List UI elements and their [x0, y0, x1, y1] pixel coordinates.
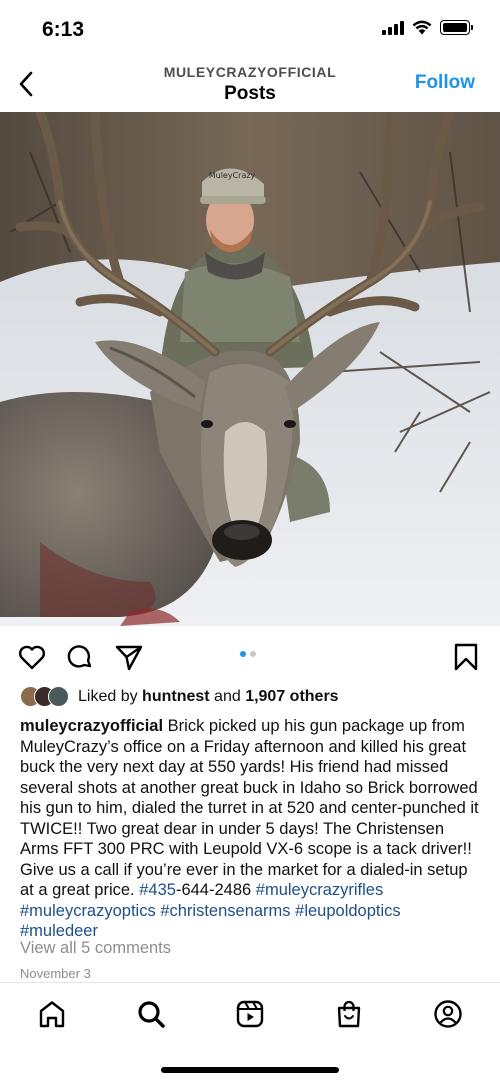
- profile-icon: [434, 1000, 462, 1028]
- caption-phone-rest: -644-2486: [175, 881, 252, 899]
- heart-icon[interactable]: [17, 642, 47, 672]
- hashtag[interactable]: #435: [139, 881, 176, 899]
- likes-row[interactable]: Liked by huntnest and 1,907 others: [20, 685, 339, 709]
- reels-icon: [236, 1000, 264, 1028]
- home-indicator: [161, 1067, 339, 1073]
- post-caption: muleycrazyofficial Brick picked up his g…: [20, 716, 484, 942]
- cellular-signal-icon: [382, 20, 404, 35]
- caption-username[interactable]: muleycrazyofficial: [20, 717, 163, 735]
- carousel-dot: [250, 651, 256, 657]
- nav-profile[interactable]: [431, 997, 465, 1031]
- likes-text: Liked by huntnest and 1,907 others: [78, 688, 339, 706]
- post-actions: [0, 634, 500, 678]
- cap-logo-text: MuleyCrazy: [209, 171, 256, 180]
- likes-prefix: Liked by: [78, 688, 143, 705]
- carousel-dot: [240, 651, 246, 657]
- hashtag[interactable]: #leupoldoptics: [295, 902, 401, 920]
- nav-reels[interactable]: [233, 997, 267, 1031]
- comment-icon[interactable]: [65, 642, 95, 672]
- post-date: November 3: [20, 966, 91, 981]
- carousel-indicator: [240, 651, 256, 657]
- hashtag[interactable]: #muleycrazyrifles: [256, 881, 383, 899]
- nav-home[interactable]: [35, 997, 69, 1031]
- send-icon[interactable]: [114, 642, 144, 672]
- likes-count[interactable]: 1,907 others: [245, 688, 338, 705]
- home-icon: [39, 1001, 65, 1028]
- follow-button[interactable]: Follow: [415, 72, 475, 94]
- caption-text: Brick picked up his gun package up from …: [20, 717, 479, 899]
- wifi-icon: [412, 20, 432, 35]
- status-bar: 6:13: [0, 0, 500, 56]
- shop-icon: [337, 1000, 361, 1028]
- bottom-nav: [0, 982, 500, 1083]
- likes-joiner: and: [209, 688, 246, 705]
- post-image: MuleyCrazy: [0, 112, 500, 626]
- hashtag[interactable]: #muledeer: [20, 922, 98, 940]
- search-icon: [138, 1001, 165, 1028]
- post-photo[interactable]: MuleyCrazy: [0, 112, 500, 626]
- hashtag[interactable]: #muleycrazyoptics: [20, 902, 156, 920]
- hashtag[interactable]: #christensenarms: [160, 902, 290, 920]
- liker-avatars: [20, 685, 76, 709]
- avatar: [48, 686, 69, 707]
- battery-icon: [440, 20, 473, 35]
- bookmark-icon[interactable]: [451, 642, 481, 672]
- header: MULEYCRAZYOFFICIAL Posts Follow: [0, 56, 500, 112]
- nav-search[interactable]: [134, 997, 168, 1031]
- status-icons: [382, 20, 473, 35]
- nav-shop[interactable]: [332, 997, 366, 1031]
- liker-username[interactable]: huntnest: [142, 688, 210, 705]
- status-time: 6:13: [42, 18, 85, 41]
- view-all-comments-link[interactable]: View all 5 comments: [20, 939, 171, 958]
